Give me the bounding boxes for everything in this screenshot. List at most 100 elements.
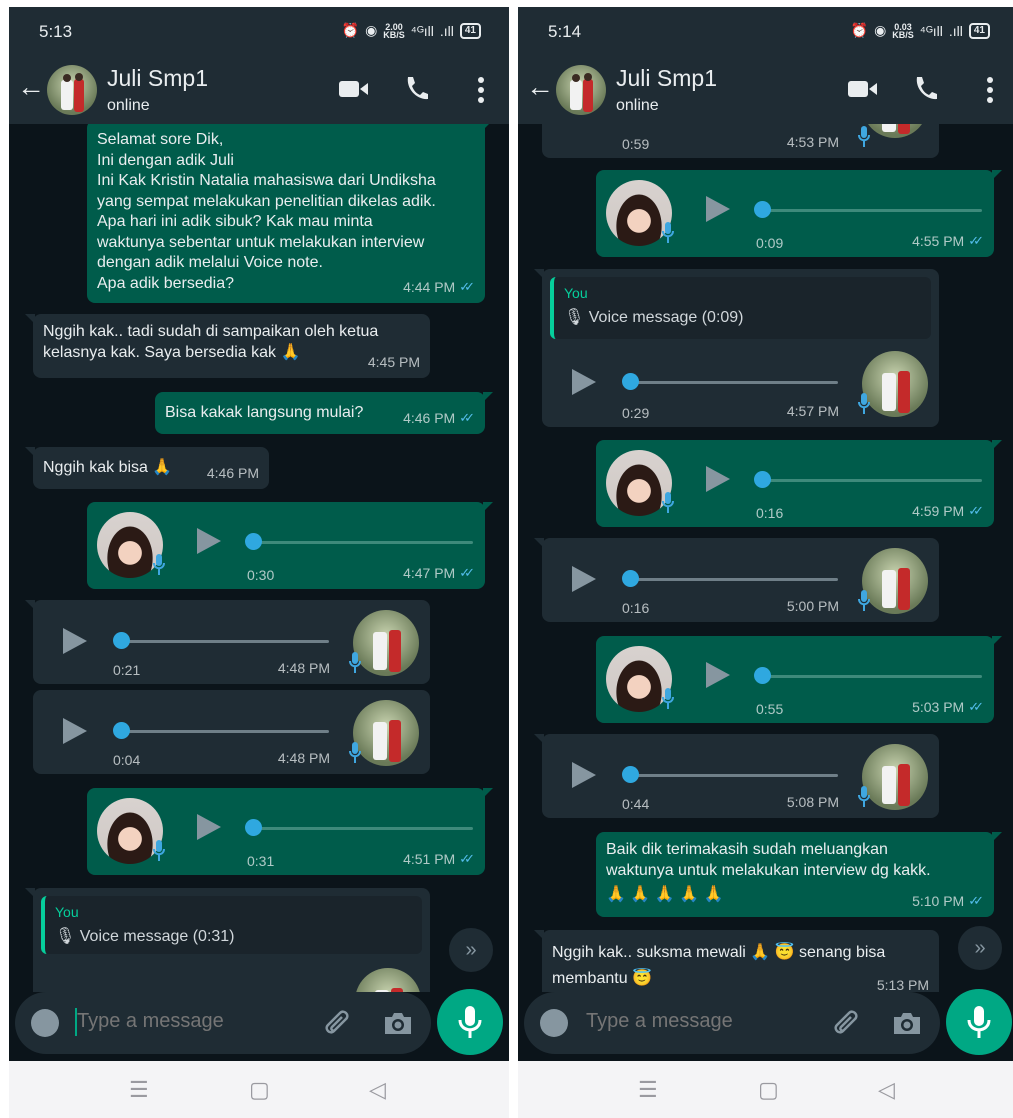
microphone-icon[interactable] — [437, 989, 503, 1055]
voice-message[interactable]: 0:30 4:47 PM ✓✓ — [87, 502, 493, 589]
play-icon[interactable] — [63, 718, 87, 744]
progress-knob[interactable] — [113, 632, 130, 649]
voice-message[interactable]: 0:59 4:53 PM — [542, 124, 939, 158]
reply-message[interactable]: You 🎙 Voice message (0:31) — [25, 888, 430, 992]
microphone-icon — [858, 786, 870, 807]
contact-status: online — [107, 97, 150, 114]
progress-track[interactable] — [632, 381, 838, 384]
alarm-icon: ⏰ — [341, 22, 360, 38]
progress-track[interactable] — [632, 774, 838, 777]
voice-message[interactable]: 0:04 4:48 PM — [33, 690, 430, 774]
progress-knob[interactable] — [245, 819, 262, 836]
message-input[interactable] — [586, 1010, 806, 1033]
voice-message[interactable]: 0:21 4:48 PM — [25, 600, 430, 684]
play-icon[interactable] — [197, 528, 221, 554]
message-meta: 4:48 PM — [277, 749, 330, 766]
network-speed: 2.00 KB/S — [383, 21, 405, 40]
progress-knob[interactable] — [113, 722, 130, 739]
progress-track[interactable] — [632, 578, 838, 581]
progress-track[interactable] — [756, 209, 982, 212]
reply-message[interactable]: You 🎙 Voice message (0:09) 0:29 4:57 PM — [534, 269, 939, 427]
progress-track[interactable] — [123, 640, 329, 643]
voice-message[interactable]: 0:16 5:00 PM — [534, 538, 939, 622]
message-list[interactable]: Selamat sore Dik, Ini dengan adik Juli I… — [9, 124, 509, 992]
play-icon[interactable] — [706, 466, 730, 492]
voice-message[interactable]: 0:16 4:59 PM ✓✓ — [596, 440, 1002, 527]
emoji-icon[interactable] — [540, 1009, 568, 1037]
arrow-left-icon[interactable]: ← — [17, 71, 45, 103]
quote-text: 🎙 Voice message (0:31) — [55, 927, 235, 945]
play-icon[interactable] — [572, 369, 596, 395]
progress-knob[interactable] — [245, 533, 262, 550]
progress-track[interactable] — [756, 675, 982, 678]
play-icon[interactable] — [63, 628, 87, 654]
status-bar: 5:14 ⏰ ◉ 0.03 KB/S ⁴ᴳıll .ıll 41 — [518, 7, 1013, 57]
play-icon[interactable] — [572, 566, 596, 592]
microphone-icon — [858, 590, 870, 611]
system-nav-bar: ☰ ▢ ◁ — [518, 1061, 1013, 1118]
avatar[interactable] — [556, 65, 606, 115]
play-icon[interactable] — [706, 662, 730, 688]
avatar — [862, 744, 928, 810]
avatar — [862, 351, 928, 417]
paperclip-icon[interactable] — [321, 1008, 351, 1038]
paperclip-icon[interactable] — [830, 1008, 860, 1038]
double-chevron-down-icon[interactable]: » — [958, 926, 1002, 970]
quoted-message[interactable]: You 🎙 Voice message (0:09) — [550, 277, 931, 339]
back-icon[interactable]: ◁ — [369, 1077, 386, 1103]
progress-track[interactable] — [123, 730, 329, 733]
camera-icon[interactable] — [892, 1010, 922, 1036]
progress-knob[interactable] — [622, 766, 639, 783]
message-meta: 5:03 PM ✓✓ — [912, 697, 984, 718]
emoji-icon[interactable] — [31, 1009, 59, 1037]
chat-header: ← Juli Smp1 online — [9, 57, 509, 124]
voice-message[interactable]: 0:09 4:55 PM ✓✓ — [596, 170, 1002, 257]
quoted-message[interactable]: You 🎙 Voice message (0:31) — [41, 896, 422, 954]
message-bubble[interactable]: Selamat sore Dik, Ini dengan adik Juli I… — [87, 124, 493, 303]
progress-knob[interactable] — [754, 471, 771, 488]
voice-message[interactable]: 0:55 5:03 PM ✓✓ — [596, 636, 1002, 723]
alarm-icon: ⏰ — [850, 22, 869, 38]
video-call-icon[interactable] — [339, 79, 369, 99]
phone-call-icon[interactable] — [403, 75, 429, 103]
contact-name[interactable]: Juli Smp1 — [107, 65, 208, 92]
progress-knob[interactable] — [754, 667, 771, 684]
arrow-left-icon[interactable]: ← — [526, 71, 554, 103]
message-list[interactable]: 0:59 4:53 PM 0:09 4:55 PM ✓✓ You 🎙 Voice … — [518, 124, 1013, 992]
play-icon[interactable] — [572, 762, 596, 788]
home-icon[interactable]: ▢ — [249, 1077, 270, 1103]
double-chevron-down-icon[interactable]: » — [449, 928, 493, 972]
voice-duration: 0:16 — [756, 505, 784, 521]
microphone-icon[interactable] — [946, 989, 1012, 1055]
message-bubble[interactable]: Nggih kak bisa 🙏 4:46 PM — [25, 447, 269, 489]
more-vertical-icon[interactable] — [986, 77, 994, 103]
progress-knob[interactable] — [754, 201, 771, 218]
progress-knob[interactable] — [622, 373, 639, 390]
avatar[interactable] — [47, 65, 97, 115]
back-icon[interactable]: ◁ — [878, 1077, 895, 1103]
progress-knob[interactable] — [622, 570, 639, 587]
play-icon[interactable] — [706, 196, 730, 222]
message-bubble[interactable]: Baik dik terimakasih sudah meluangkan wa… — [596, 832, 1002, 917]
progress-track[interactable] — [247, 541, 473, 544]
message-input[interactable] — [77, 1010, 297, 1033]
more-vertical-icon[interactable] — [477, 77, 485, 103]
message-meta: 4:47 PM ✓✓ — [403, 563, 475, 584]
voice-message[interactable]: 0:31 4:51 PM ✓✓ — [87, 788, 493, 875]
status-time: 5:14 — [548, 22, 582, 41]
progress-track[interactable] — [756, 479, 982, 482]
menu-icon[interactable]: ☰ — [129, 1077, 149, 1103]
menu-icon[interactable]: ☰ — [638, 1077, 658, 1103]
video-call-icon[interactable] — [848, 79, 878, 99]
progress-track[interactable] — [247, 827, 473, 830]
voice-message[interactable]: 0:44 5:08 PM — [534, 734, 939, 818]
camera-icon[interactable] — [383, 1010, 413, 1036]
message-bubble[interactable]: Nggih kak.. tadi sudah di sampaikan oleh… — [25, 314, 430, 378]
phone-call-icon[interactable] — [912, 75, 938, 103]
message-composer — [15, 992, 431, 1054]
message-bubble[interactable]: Bisa kakak langsung mulai? 4:46 PM ✓✓ — [155, 392, 493, 434]
contact-name[interactable]: Juli Smp1 — [616, 65, 717, 92]
home-icon[interactable]: ▢ — [758, 1077, 779, 1103]
play-icon[interactable] — [197, 814, 221, 840]
message-bubble[interactable]: Nggih kak.. suksma mewali 🙏 😇 senang bis… — [534, 930, 939, 992]
